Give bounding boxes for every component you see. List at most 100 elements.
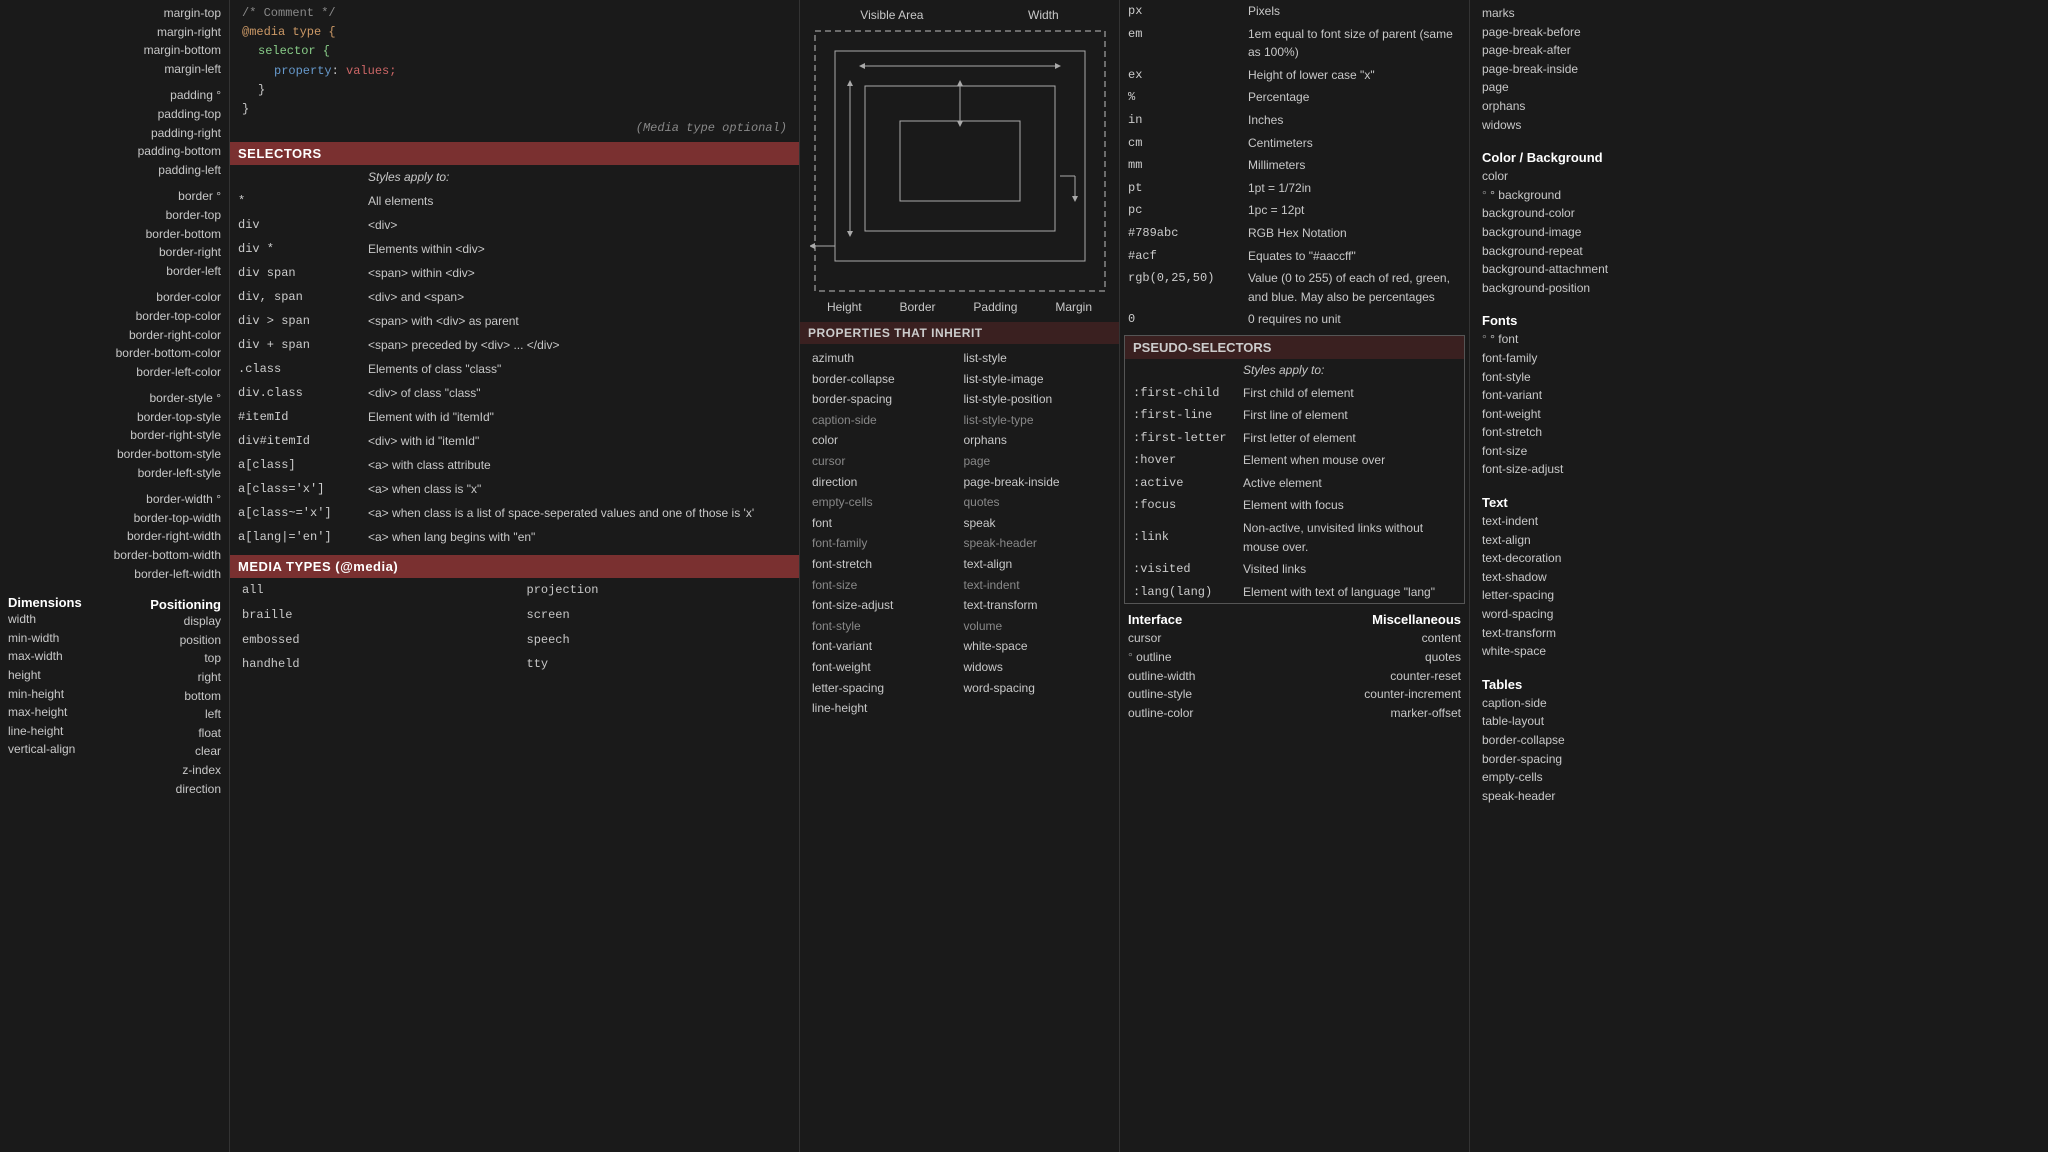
prop-white-space: white-space	[960, 636, 1112, 657]
left-item: left	[150, 705, 221, 724]
selectors-table: Styles apply to: * All elements div <div…	[230, 165, 799, 549]
unit-ex-desc: Height of lower case "x"	[1240, 64, 1469, 87]
prop-orphans: orphans	[960, 430, 1112, 451]
font-size-item: font-size	[1482, 442, 2036, 461]
unit-in-label: in	[1120, 109, 1240, 132]
word-spacing-item: word-spacing	[1482, 605, 2036, 624]
pos-dim-section: Dimensions width min-width max-width hei…	[8, 591, 221, 798]
selector-row-star: * All elements	[230, 189, 799, 213]
letter-spacing-item: letter-spacing	[1482, 586, 2036, 605]
text-align-item: text-align	[1482, 531, 2036, 550]
selector-class: .class	[230, 357, 360, 381]
background-position-item: background-position	[1482, 279, 2036, 298]
border-bottom-width-item: border-bottom-width	[8, 546, 221, 565]
prop-list-style: list-style	[960, 348, 1112, 369]
visual-labels-bottom: Height Border Padding Margin	[808, 300, 1111, 314]
selector-row-a-class-x: a[class='x'] <a> when class is "x"	[230, 477, 799, 501]
unit-rgb-label: rgb(0,25,50)	[1120, 267, 1240, 308]
pseudo-first-child-desc: First child of element	[1235, 382, 1464, 405]
page-break-before-item: page-break-before	[1482, 23, 2036, 42]
interface-row: Interface cursor outline outline-width o…	[1128, 612, 1461, 722]
selector-div-gt-span-desc: <span> with <div> as parent	[360, 309, 799, 333]
pseudo-active-desc: Active element	[1235, 472, 1464, 495]
prop-page-break-inside: page-break-inside	[960, 472, 1112, 493]
unit-em-label: em	[1120, 23, 1240, 64]
unit-rgb-desc: Value (0 to 255) of each of red, green, …	[1240, 267, 1469, 308]
properties-inherit-header: PROPERTIES THAT INHERIT	[800, 322, 1119, 344]
left-panel: margin-top margin-right margin-bottom ma…	[0, 0, 230, 1152]
prop-empty-cells: empty-cells	[808, 492, 960, 513]
media-embossed: embossed	[230, 628, 515, 653]
bottom-item: bottom	[150, 687, 221, 706]
prop-list-style-type: list-style-type	[960, 410, 1112, 431]
unit-pc-label: pc	[1120, 199, 1240, 222]
border-collapse-item: border-collapse	[1482, 731, 2036, 750]
color-bg-title: Color / Background	[1482, 150, 2036, 165]
selector-row-div: div <div>	[230, 213, 799, 237]
units-table: px Pixels em 1em equal to font size of p…	[1120, 0, 1469, 331]
selector-row-a-lang: a[lang|='en'] <a> when lang begins with …	[230, 525, 799, 549]
middle-panel: /* Comment */ @media type { selector { p…	[230, 0, 800, 1152]
selector-row-a-class-tilde: a[class~='x'] <a> when class is a list o…	[230, 501, 799, 525]
pseudo-hover-label: :hover	[1125, 449, 1235, 472]
selectors-style-header-row: Styles apply to:	[230, 165, 799, 189]
prop-speak-header: speak-header	[960, 533, 1112, 554]
selector-a-class-x: a[class='x']	[230, 477, 360, 501]
box-model-diagram	[810, 26, 1110, 296]
white-space-item: white-space	[1482, 642, 2036, 661]
unit-px-label: px	[1120, 0, 1240, 23]
selector-div-comma-span: div, span	[230, 285, 360, 309]
text-decoration-item: text-decoration	[1482, 549, 2036, 568]
caption-side-item: caption-side	[1482, 694, 2036, 713]
outline-style-item: outline-style	[1128, 685, 1295, 704]
selectors-style-header-col1	[230, 165, 360, 189]
text-shadow-item: text-shadow	[1482, 568, 2036, 587]
pseudo-table: Styles apply to: :first-child First chil…	[1125, 359, 1464, 604]
vertical-align-item: vertical-align	[8, 740, 82, 759]
unit-zero-label: 0	[1120, 308, 1240, 331]
background-image-item: background-image	[1482, 223, 2036, 242]
line-height-item: line-height	[8, 722, 82, 741]
unit-zero-desc: 0 requires no unit	[1240, 308, 1469, 331]
min-height-item: min-height	[8, 685, 82, 704]
media-row-all: all projection	[230, 578, 799, 603]
selector-a-class: a[class]	[230, 453, 360, 477]
pseudo-lang-desc: Element with text of language "lang"	[1235, 581, 1464, 604]
prop-page: page	[960, 451, 1112, 472]
border-style-item: border-style °	[8, 389, 221, 408]
fonts-title: Fonts	[1482, 313, 2036, 328]
padding-right-item: padding-right	[8, 124, 221, 143]
unit-cm-desc: Centimeters	[1240, 132, 1469, 155]
page-item: page	[1482, 78, 2036, 97]
border-top-color-item: border-top-color	[8, 307, 221, 326]
prop-line-height: line-height	[808, 698, 960, 719]
positioning-title: Positioning	[150, 597, 221, 612]
selector-div-span: div span	[230, 261, 360, 285]
min-width-item: min-width	[8, 629, 82, 648]
pseudo-active: :active Active element	[1125, 472, 1464, 495]
unit-hex-desc: RGB Hex Notation	[1240, 222, 1469, 245]
prop-border-spacing: border-spacing	[808, 389, 960, 410]
code-close-brace1: }	[258, 81, 787, 100]
selector-div: div	[230, 213, 360, 237]
border-top-style-item: border-top-style	[8, 408, 221, 427]
prop-font-size-adjust: font-size-adjust	[808, 595, 960, 616]
media-handheld: handheld	[230, 652, 515, 677]
media-tty: tty	[515, 652, 800, 677]
code-at-rule: @media type {	[242, 23, 787, 42]
pseudo-first-child-label: :first-child	[1125, 382, 1235, 405]
pseudo-lang-label: :lang(lang)	[1125, 581, 1235, 604]
pseudo-first-line: :first-line First line of element	[1125, 404, 1464, 427]
selector-star: *	[230, 189, 360, 213]
background-color-item: background-color	[1482, 204, 2036, 223]
interface-title: Interface	[1128, 612, 1295, 627]
height-label: Height	[827, 300, 862, 314]
selector-div-gt-span: div > span	[230, 309, 360, 333]
selector-row-div-span: div span <span> within <div>	[230, 261, 799, 285]
counter-increment-item: counter-increment	[1295, 685, 1462, 704]
unit-pc-desc: 1pc = 12pt	[1240, 199, 1469, 222]
prop-font-variant: font-variant	[808, 636, 960, 657]
table-layout-item: table-layout	[1482, 712, 2036, 731]
outline-item: outline	[1128, 648, 1295, 667]
right-panel: marks page-break-before page-break-after…	[1470, 0, 2048, 1152]
